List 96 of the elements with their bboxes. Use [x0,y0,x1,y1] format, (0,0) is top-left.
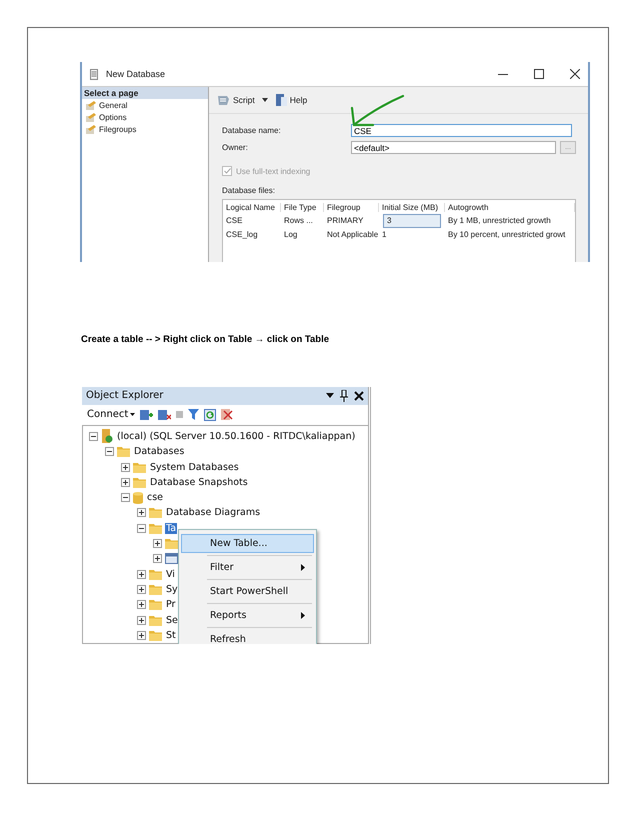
folder-icon [117,446,130,458]
folder-icon [149,584,162,595]
column-header: Filegroup [324,202,379,212]
menu-label: Refresh [210,634,247,644]
collapse-icon [121,493,130,502]
pin-icon[interactable] [340,390,348,402]
folder-icon [149,630,162,641]
table-cell-text: PRIMARY [326,215,364,227]
window-title: New Database [106,69,166,79]
tree-item[interactable]: Database Snapshots [149,476,249,488]
caret-icon [130,413,136,416]
tree-item[interactable]: (local) (SQL Server 10.50.1600 - RITDC\kaliappan) [116,430,356,442]
tree-item[interactable]: Se [165,614,179,626]
table-cell-text: Log [283,229,298,241]
tree-item[interactable]: cse [146,492,164,504]
table-cell-text: By 10 percent, unrestricted growt [447,229,566,241]
tree-item[interactable]: Ta [165,522,178,534]
script-icon [217,94,230,106]
text-field[interactable]: <default> [351,141,556,154]
tree-item[interactable]: Pr [165,599,176,610]
collapse-icon [105,447,114,456]
tree-item[interactable]: St [165,630,177,641]
menu-label: Filter [210,562,235,573]
table-cell-text: CSE_log [225,229,259,241]
menu-label: New Table... [210,538,268,549]
table-cell-text: By 1 MB, unrestricted growth [447,215,552,227]
table-cell: 3 [383,214,441,228]
menu-item[interactable]: New Table... [181,534,314,553]
tree-item[interactable]: Sy [165,584,179,595]
expand-icon [137,508,146,518]
expand-icon [121,462,130,472]
server-plus-icon[interactable] [140,408,154,421]
menu-item[interactable]: Start PowerShell [181,582,314,601]
menu-label: Start PowerShell [210,586,290,597]
checkbox-label: Use full-text indexing [236,166,310,176]
filter-icon[interactable] [188,409,200,420]
table-cell-text: Not Applicable [326,229,379,241]
folder-icon [149,614,162,626]
close-icon[interactable] [354,390,364,401]
expand-icon [137,600,146,610]
menu-item[interactable]: Reports [181,606,314,625]
expand-icon [137,630,146,640]
instruction-text: Create a table -- > Right click on Table → click on Table [81,334,330,345]
table-cell-text: Rows ... [283,215,314,227]
close-icon[interactable] [570,69,580,79]
collapse-icon [137,524,146,533]
caret-icon [262,98,268,102]
folder-icon [149,507,162,518]
expand-icon [137,570,146,579]
panel-heading: Select a page [82,87,208,99]
maximize-icon[interactable] [534,69,544,79]
folder-icon [133,462,146,473]
folder-icon [149,522,162,534]
field-label: Owner: [222,143,249,152]
folder-icon [149,599,162,610]
arrow-drawing [349,94,405,128]
field-label: Database name: [222,126,282,135]
table-cell-text: CSE [225,215,244,227]
folder-icon [149,568,162,580]
column-header: Logical Name [223,202,281,212]
menu-label: Reports [210,610,248,621]
expand-icon [121,478,130,487]
column-header: File Type [281,202,324,212]
column-header: Autogrowth [445,202,575,212]
menu-item[interactable]: Filter [181,558,314,577]
submenu-arrow-icon [301,564,305,571]
section-label: Database files: [222,186,276,195]
folder-icon [165,538,178,550]
column-header: Initial Size (MB) [379,202,445,212]
table-cell-text: 1 [381,229,388,241]
submenu-arrow-icon [301,612,305,619]
connect-button[interactable]: Connect [87,409,136,420]
page-item[interactable]: Options [99,112,127,122]
page-item[interactable]: Filegroups [99,124,136,134]
server-x-icon[interactable] [158,408,172,421]
tree-item[interactable]: System Databases [149,462,240,473]
expand-icon [137,584,146,594]
expand-icon [153,554,162,564]
panel-title: Object Explorer [86,390,164,402]
toolbar-button[interactable]: Help [274,94,310,106]
refresh-icon[interactable] [204,408,216,421]
server-icon [101,429,113,444]
expand-icon [153,539,162,548]
help-book-icon [276,94,287,106]
tree-item[interactable]: Database Diagrams [165,507,262,518]
tree-item[interactable]: Vi [165,568,176,580]
page-item[interactable]: General [99,100,128,110]
folder-icon [133,476,146,488]
caret-icon[interactable] [326,393,334,398]
text-field[interactable]: CSE [351,124,572,137]
tree-item[interactable]: Databases [133,446,186,458]
menu-item[interactable]: Refresh [181,630,314,644]
toolbar-button[interactable]: Script [215,94,270,106]
collapse-icon [89,432,98,441]
table-icon [165,553,178,564]
expand-icon [137,616,146,625]
